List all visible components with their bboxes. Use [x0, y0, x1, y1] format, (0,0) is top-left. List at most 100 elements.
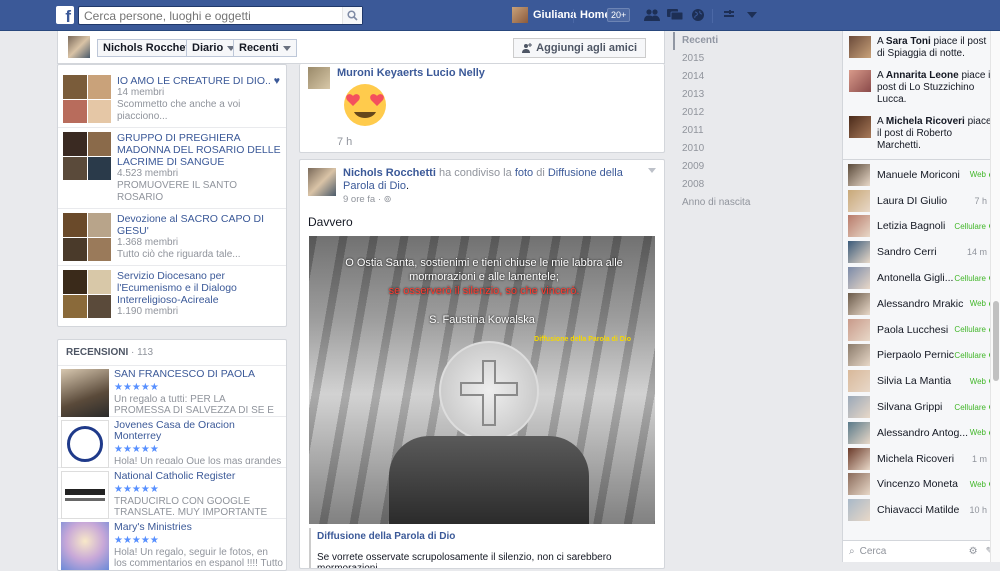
chat-contact[interactable]: Chiavacci Matilde 10 h [843, 497, 1000, 523]
chat-contact[interactable]: Letizia Bagnoli Cellulare [843, 214, 1000, 240]
chat-contact[interactable]: Silvia La Mantia Web [843, 368, 1000, 394]
timeline-year[interactable]: 2015 [673, 50, 833, 68]
group-description: Scommetto che anche a voi piacciono... [117, 99, 241, 122]
reviews-count: · 113 [131, 347, 154, 358]
chat-contact[interactable]: Pierpaolo Pernici Cellulare [843, 343, 1000, 369]
timeline-year[interactable]: 2009 [673, 158, 833, 176]
timeline-year[interactable]: 2014 [673, 68, 833, 86]
add-friend-label: Aggiungi agli amici [536, 42, 637, 54]
list-item[interactable]: Jovenes Casa de Oracion Monterrey ★★★★★ Ho… [58, 417, 286, 468]
avatar[interactable] [308, 168, 336, 196]
review-page-name[interactable]: Jovenes Casa de Oracion Monterrey [114, 420, 283, 442]
group-description: Tutto ciò che riguarda tale... [117, 249, 241, 260]
ticker-prefix: A [877, 36, 884, 47]
ticker-item[interactable]: A Annarita Leone piace il post di Lo Stu… [843, 65, 1000, 111]
review-page-name[interactable]: Mary's Ministries [114, 522, 283, 533]
timeline-year[interactable]: 2013 [673, 86, 833, 104]
chat-contact[interactable]: Alessandro Antog... Web [843, 420, 1000, 446]
contact-name: Michela Ricoveri [877, 452, 955, 465]
list-item[interactable]: National Catholic Register ★★★★★ TRADUCIRL… [58, 468, 286, 519]
facebook-logo[interactable]: f [56, 6, 74, 26]
messages-icon[interactable] [667, 8, 684, 22]
timeline-year[interactable]: 2012 [673, 104, 833, 122]
chat-contact[interactable]: Sandro Cerri 14 m [843, 239, 1000, 265]
contact-name: Silvia La Mantia [877, 375, 952, 388]
list-item[interactable]: Devozione al SACRO CAPO DI GESU' 1.368 me… [58, 209, 286, 266]
chat-contact[interactable]: Vincenzo Moneta Web [843, 472, 1000, 498]
comment-authors[interactable]: Muroni Keyaerts Lucio Nelly [337, 67, 485, 79]
settings-chevron-down-icon[interactable] [745, 8, 761, 22]
list-item[interactable]: GRUPPO DI PREGHIERA MADONNA DEL ROSARIO … [58, 128, 286, 209]
chat-contact[interactable]: Laura DI Giulio 7 h [843, 188, 1000, 214]
left-column: IO AMO LE CREATURE DI DIO.. ♥ 14 membri Sc… [57, 64, 287, 571]
post-action-text: ha condiviso la [438, 167, 512, 179]
group-name[interactable]: GRUPPO DI PREGHIERA MADONNA DEL ROSARIO … [117, 132, 281, 168]
contact-name: Alessandro Antog... [877, 426, 969, 439]
post-options-chevron-icon[interactable] [648, 168, 656, 173]
search-box[interactable] [78, 6, 363, 25]
search-icon[interactable] [342, 7, 362, 24]
home-link[interactable]: Home [580, 9, 611, 21]
user-name: Giuliana [533, 9, 577, 21]
ticker-item[interactable]: A Michela Ricoveri piace il post di Robe… [843, 111, 1000, 157]
comment-time[interactable]: 7 h [337, 136, 352, 148]
avatar [848, 447, 870, 470]
chat-contact[interactable]: Manuele Moriconi Web [843, 162, 1000, 188]
chat-contact[interactable]: Antonella Gigli... Cellulare [843, 265, 1000, 291]
list-item[interactable]: SAN FRANCESCO DI PAOLA ★★★★★ Un regalo a t… [58, 366, 286, 417]
avatar[interactable] [308, 67, 330, 89]
host-wafer [439, 341, 539, 441]
ticker-prefix: A [877, 116, 884, 127]
profile-avatar[interactable] [68, 36, 90, 58]
list-item[interactable]: Servizio Diocesano per l'Ecumenismo e il… [58, 266, 286, 326]
group-name[interactable]: Devozione al SACRO CAPO DI GESU' [117, 213, 281, 237]
review-text: TRADUCIRLO CON GOOGLE TRANSLATE, MUY IMP… [114, 496, 268, 515]
rating-stars: ★★★★★ [114, 484, 159, 495]
chat-search-bar[interactable]: ⌕ Cerca ⚙ ✎ [843, 540, 1000, 562]
post-timestamp[interactable]: 9 ore fa · ⊚ [343, 194, 392, 205]
link-title[interactable]: Diffusione della Parola di Dio [317, 531, 655, 542]
privacy-icon[interactable] [723, 8, 739, 22]
shared-photo[interactable]: O Ostia Santa, sostienimi e tieni chiuse… [309, 236, 655, 524]
timeline-birth[interactable]: Anno di nascita [673, 194, 833, 212]
chat-contact[interactable]: Paola Lucchesi Cellulare [843, 317, 1000, 343]
profile-link[interactable]: Giuliana [512, 7, 576, 23]
review-page-name[interactable]: National Catholic Register [114, 471, 283, 482]
photo-link[interactable]: foto [515, 167, 533, 179]
page-thumbnail [61, 420, 109, 468]
group-name[interactable]: IO AMO LE CREATURE DI DIO.. ♥ [117, 75, 281, 87]
avatar [849, 36, 871, 58]
timeline-recenti[interactable]: Recenti [673, 32, 833, 50]
post-author[interactable]: Nichols Rocchetti [343, 167, 436, 179]
gear-icon[interactable]: ⚙ [969, 546, 978, 557]
contact-status: 7 h [974, 195, 987, 206]
group-members: 1.368 membri [117, 237, 179, 248]
contact-name: Sandro Cerri [877, 246, 937, 259]
contact-status: Web [969, 170, 986, 180]
chat-search-input[interactable]: Cerca [860, 546, 969, 557]
friend-requests-icon[interactable] [644, 8, 660, 22]
recenti-dropdown[interactable]: Recenti [233, 39, 297, 57]
chat-contact[interactable]: Michela Ricoveri 1 m [843, 446, 1000, 472]
chat-contact[interactable]: Alessandro Mrakic Web [843, 291, 1000, 317]
list-item[interactable]: IO AMO LE CREATURE DI DIO.. ♥ 14 membri Sc… [58, 65, 286, 128]
page-scrollbar[interactable] [990, 31, 1000, 562]
chat-contact[interactable]: Silvana Grippi Cellulare [843, 394, 1000, 420]
list-item[interactable]: Mary's Ministries ★★★★★ Hola! Un regalo, s… [58, 519, 286, 570]
avatar [848, 318, 870, 341]
scrollbar-thumb[interactable] [993, 301, 999, 381]
notifications-globe-icon[interactable] [690, 8, 706, 22]
search-icon: ⌕ [849, 546, 855, 557]
reviews-header[interactable]: RECENSIONI · 113 [58, 340, 286, 366]
ticker-item[interactable]: A Sara Toni piace il post di Spiaggia di… [843, 31, 1000, 65]
review-page-name[interactable]: SAN FRANCESCO DI PAOLA [114, 369, 283, 380]
group-name[interactable]: Servizio Diocesano per l'Ecumenismo e il… [117, 270, 281, 306]
image-quote-red: se osserverò il silenzio, so che vincerò… [388, 285, 580, 297]
comment-post: Muroni Keyaerts Lucio Nelly 7 h [299, 64, 665, 153]
timeline-year[interactable]: 2011 [673, 122, 833, 140]
timeline-year[interactable]: 2010 [673, 140, 833, 158]
timeline-column: Muroni Keyaerts Lucio Nelly 7 h Nichols … [299, 64, 665, 569]
add-friend-button[interactable]: Aggiungi agli amici [513, 38, 646, 58]
timeline-year[interactable]: 2008 [673, 176, 833, 194]
search-input[interactable] [79, 7, 342, 24]
